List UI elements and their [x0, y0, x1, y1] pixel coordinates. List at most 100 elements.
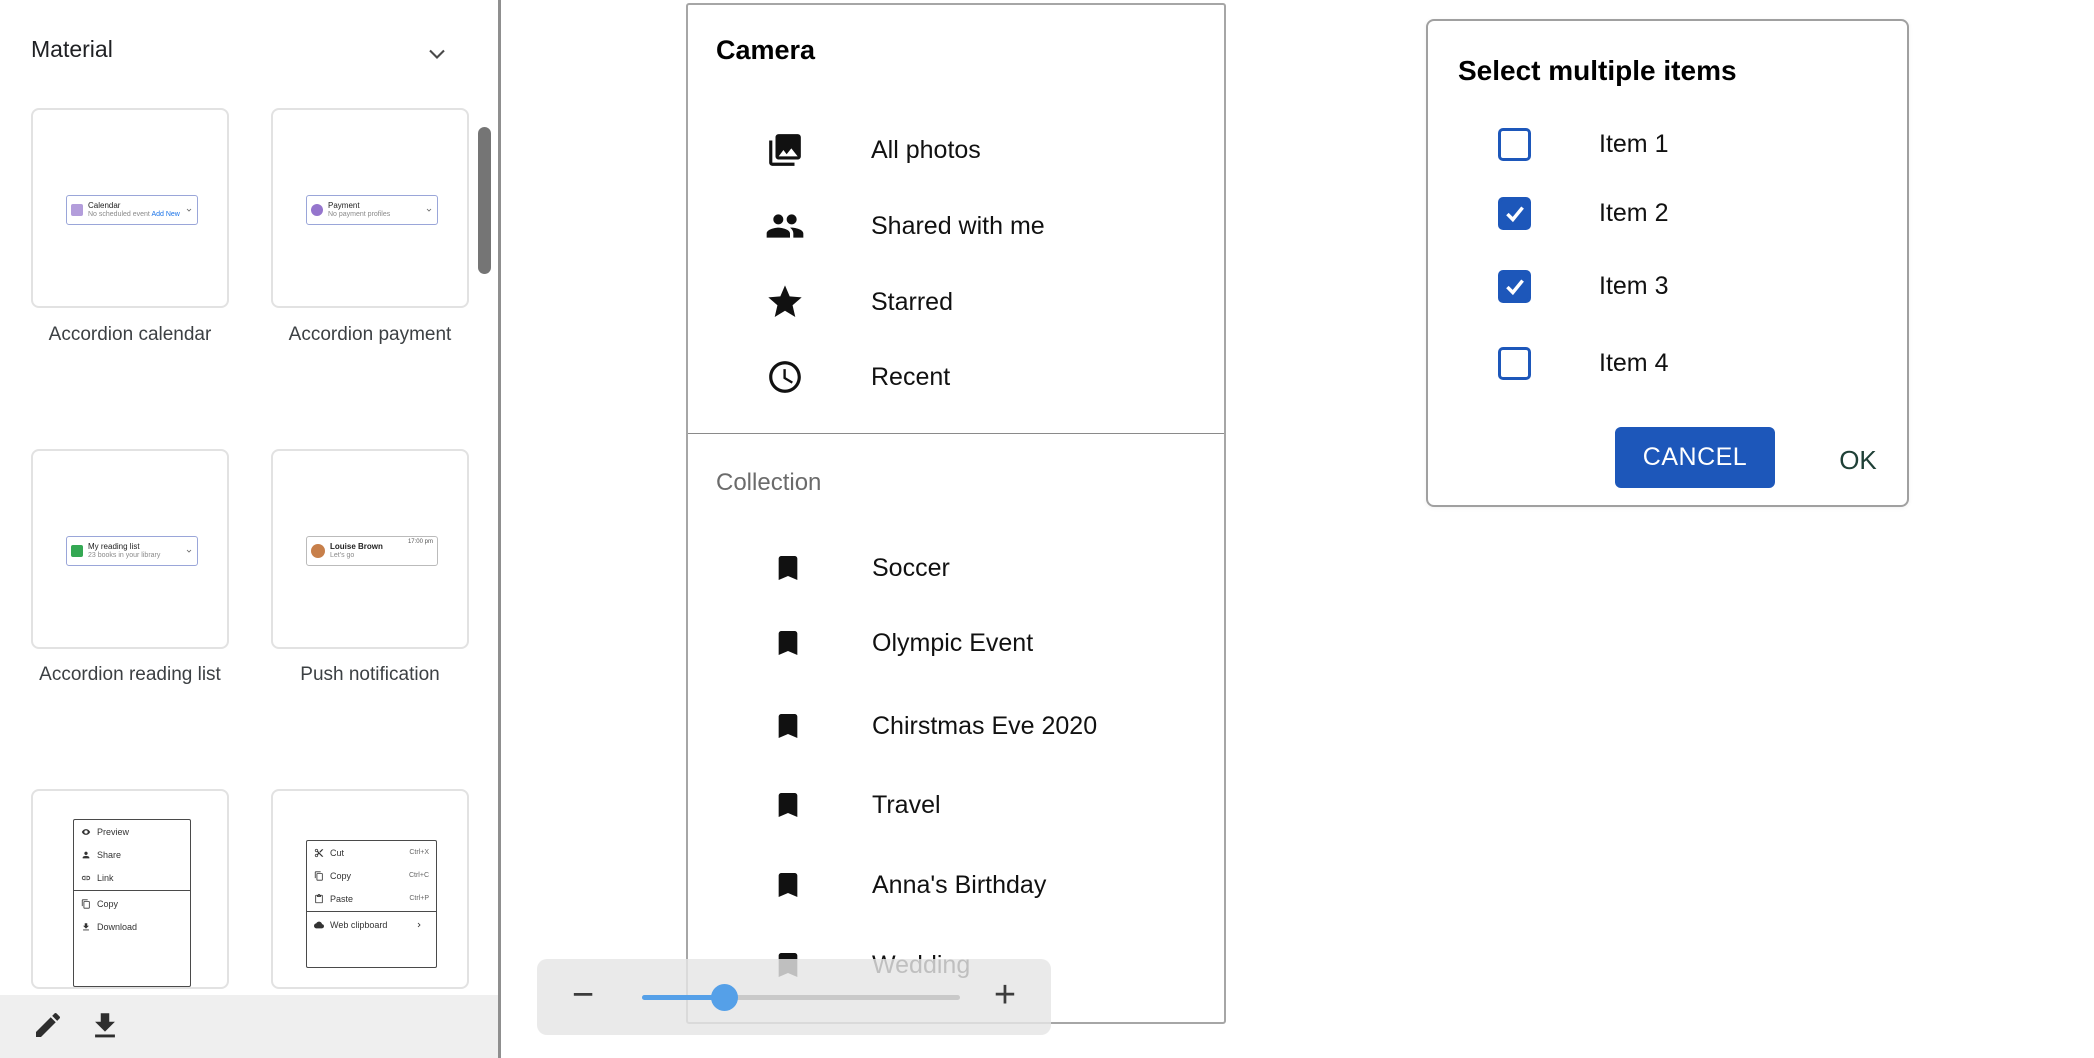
collection-item-christmas-eve[interactable]: Chirstmas Eve 2020: [688, 704, 1226, 748]
menu-divider: [74, 890, 190, 891]
menu-item-shared-with-me[interactable]: Shared with me: [688, 202, 1226, 250]
zoom-out-button[interactable]: −: [553, 959, 613, 1035]
calendar-thumb-title: Calendar: [88, 201, 183, 210]
push-thumb: Louise Brown Let's go 17:00 pm: [306, 536, 438, 566]
star-icon: [760, 282, 810, 322]
sidebar-bottom-toolbar: [0, 995, 498, 1058]
camera-menu-mockup[interactable]: Camera All photos Shared with me Starred…: [686, 3, 1226, 1024]
download-icon: [81, 922, 91, 932]
component-label: Accordion reading list: [31, 658, 229, 692]
library-section-title: Material: [31, 36, 113, 63]
app-screen: Material Calendar No scheduled event Add…: [0, 0, 2094, 1058]
menu-item-recent[interactable]: Recent: [688, 353, 1226, 401]
checkbox-label: Item 4: [1599, 349, 1668, 378]
copy-icon: [314, 871, 324, 881]
checkbox-item-2[interactable]: [1498, 197, 1531, 230]
bookmark-icon: [770, 710, 806, 742]
collection-item-label: Anna's Birthday: [872, 871, 1046, 900]
push-thumb-name: Louise Brown: [330, 542, 408, 551]
collection-item-label: Travel: [872, 791, 941, 820]
zoom-control-bar: − +: [537, 959, 1051, 1035]
dialog-row-item-3: Item 3: [1428, 264, 1908, 308]
bookmark-icon: [770, 627, 806, 659]
menu-item-label: Web clipboard: [330, 920, 387, 930]
edit-menu-thumb: CutCtrl+X CopyCtrl+C PasteCtrl+P Web cli…: [306, 840, 437, 968]
payment-thumb-subtitle: No payment profiles: [328, 211, 423, 219]
dialog-row-item-1: Item 1: [1428, 122, 1908, 166]
payment-thumb-title: Payment: [328, 201, 423, 210]
push-thumb-time: 17:00 pm: [408, 539, 433, 545]
menu-shortcut: Ctrl+C: [409, 872, 429, 879]
collection-item-olympic-event[interactable]: Olympic Event: [688, 621, 1226, 665]
component-card-edit-menu[interactable]: CutCtrl+X CopyCtrl+C PasteCtrl+P Web cli…: [271, 789, 469, 989]
dialog-title: Select multiple items: [1458, 55, 1737, 87]
dialog-row-item-4: Item 4: [1428, 341, 1908, 385]
context-menu-thumb: Preview Share Link Copy Download: [73, 819, 191, 987]
collection-section-label: Collection: [716, 469, 821, 497]
component-card-push-notification[interactable]: Louise Brown Let's go 17:00 pm: [271, 449, 469, 649]
calendar-thumb-icon: [71, 204, 83, 216]
person-add-icon: [81, 850, 91, 860]
ok-button[interactable]: OK: [1820, 434, 1896, 484]
checkbox-label: Item 2: [1599, 199, 1668, 228]
bookmark-icon: [770, 869, 806, 901]
checkbox-item-1[interactable]: [1498, 128, 1531, 161]
component-card-accordion-calendar[interactable]: Calendar No scheduled event Add New: [31, 108, 229, 308]
collection-item-label: Soccer: [872, 554, 950, 583]
people-icon: [760, 206, 810, 246]
cancel-button[interactable]: CANCEL: [1615, 427, 1775, 488]
zoom-slider-thumb[interactable]: [711, 984, 738, 1011]
select-multiple-items-dialog[interactable]: Select multiple items Item 1 Item 2 Item…: [1426, 19, 1909, 507]
component-label: Accordion payment: [271, 318, 469, 352]
menu-item-label: Download: [97, 922, 137, 932]
calendar-thumb: Calendar No scheduled event Add New: [66, 195, 198, 225]
menu-item-starred[interactable]: Starred: [688, 278, 1226, 326]
plus-icon: +: [994, 974, 1016, 1016]
menu-shortcut: Ctrl+P: [409, 895, 429, 902]
chevron-right-icon: [415, 921, 423, 929]
checkbox-item-3[interactable]: [1498, 270, 1531, 303]
checkbox-label: Item 3: [1599, 272, 1668, 301]
reading-thumb-icon: [71, 545, 83, 557]
check-icon: [1502, 200, 1528, 226]
component-card-accordion-reading-list[interactable]: My reading list 23 books in your library: [31, 449, 229, 649]
sidebar-resize-divider[interactable]: [498, 0, 501, 1058]
payment-thumb: Payment No payment profiles: [306, 195, 438, 225]
checkbox-item-4[interactable]: [1498, 347, 1531, 380]
zoom-slider-track[interactable]: [642, 995, 960, 1000]
bookmark-icon: [770, 552, 806, 584]
menu-item-label: Shared with me: [871, 212, 1045, 241]
collapse-section-button[interactable]: [423, 40, 451, 68]
download-icon: [88, 1009, 122, 1043]
scissors-icon: [314, 848, 324, 858]
edit-button[interactable]: [32, 1009, 68, 1045]
menu-item-label: Cut: [330, 848, 344, 858]
paste-icon: [314, 894, 324, 904]
menu-item-label: Starred: [871, 288, 953, 317]
collection-item-soccer[interactable]: Soccer: [688, 546, 1226, 590]
bookmark-icon: [770, 789, 806, 821]
copy-icon: [81, 899, 91, 909]
component-card-accordion-payment[interactable]: Payment No payment profiles: [271, 108, 469, 308]
reading-thumb-title: My reading list: [88, 542, 183, 551]
chevron-down-icon: [425, 206, 433, 214]
collection-item-annas-birthday[interactable]: Anna's Birthday: [688, 863, 1226, 907]
chevron-down-icon: [185, 547, 193, 555]
push-thumb-message: Let's go: [330, 552, 408, 560]
sidebar-scrollbar-thumb[interactable]: [478, 127, 491, 274]
zoom-in-button[interactable]: +: [975, 959, 1035, 1035]
component-library-sidebar: Material Calendar No scheduled event Add…: [0, 0, 498, 1058]
chevron-down-icon: [423, 40, 451, 68]
download-button[interactable]: [88, 1009, 124, 1045]
menu-item-label: All photos: [871, 136, 981, 165]
collection-item-travel[interactable]: Travel: [688, 783, 1226, 827]
link-icon: [81, 873, 91, 883]
collection-item-label: Chirstmas Eve 2020: [872, 712, 1097, 741]
component-card-context-menu[interactable]: Preview Share Link Copy Download: [31, 789, 229, 989]
menu-item-all-photos[interactable]: All photos: [688, 126, 1226, 174]
avatar: [311, 544, 325, 558]
menu-item-label: Copy: [330, 871, 351, 881]
payment-thumb-icon: [311, 204, 323, 216]
check-icon: [1502, 273, 1528, 299]
pencil-icon: [32, 1009, 64, 1041]
